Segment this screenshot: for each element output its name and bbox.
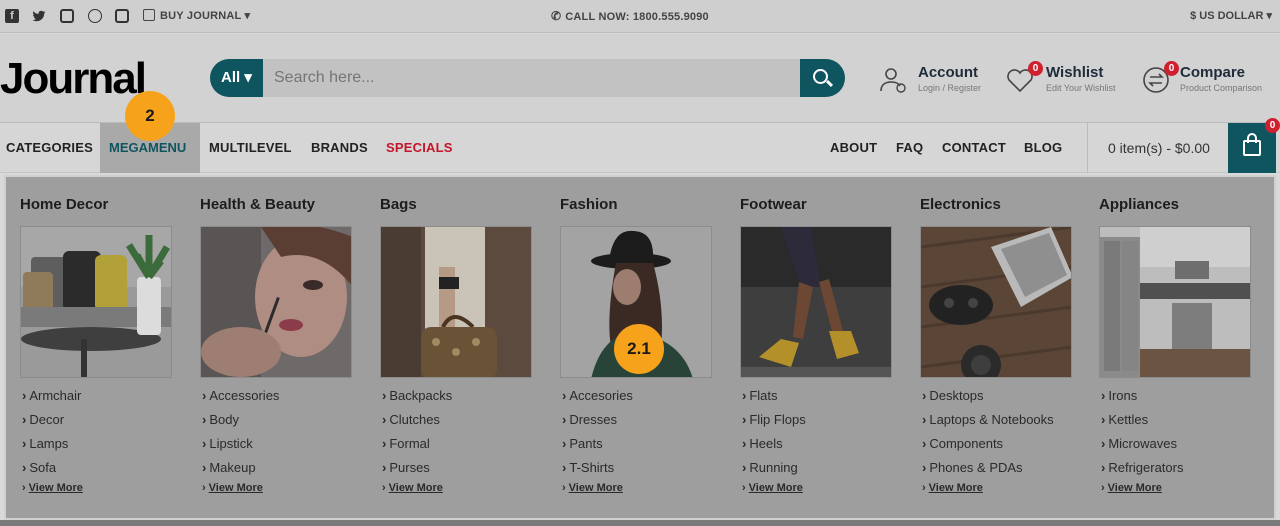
column-title[interactable]: Electronics bbox=[920, 196, 1001, 213]
nav-multilevel[interactable]: MULTILEVEL bbox=[209, 140, 292, 155]
menu-link[interactable]: Decor bbox=[22, 412, 83, 436]
bags-image[interactable] bbox=[380, 226, 532, 378]
nav-brands[interactable]: BRANDS bbox=[311, 140, 368, 155]
column-links: Armchair Decor Lamps Sofa View More bbox=[22, 388, 83, 494]
search-button[interactable] bbox=[800, 59, 845, 97]
buy-journal-link[interactable]: BUY JOURNAL ▾ bbox=[143, 9, 250, 22]
column-title[interactable]: Fashion bbox=[560, 196, 618, 213]
nav-contact[interactable]: CONTACT bbox=[942, 140, 1006, 155]
column-links: Flats Flip Flops Heels Running View More bbox=[742, 388, 806, 494]
column-links: Accesories Dresses Pants T-Shirts View M… bbox=[562, 388, 633, 494]
menu-link[interactable]: Purses bbox=[382, 460, 452, 484]
nav-faq[interactable]: FAQ bbox=[896, 140, 923, 155]
menu-link[interactable]: Accesories bbox=[562, 388, 633, 412]
column-links: Accessories Body Lipstick Makeup View Mo… bbox=[202, 388, 280, 494]
view-more-link[interactable]: View More bbox=[1101, 482, 1183, 494]
pinterest-icon[interactable] bbox=[115, 9, 129, 23]
menu-link[interactable]: Kettles bbox=[1101, 412, 1183, 436]
user-icon bbox=[880, 68, 906, 93]
search-input[interactable] bbox=[263, 59, 800, 97]
nav-divider bbox=[1087, 123, 1088, 173]
cart-count-badge: 0 bbox=[1265, 118, 1280, 133]
electronics-image[interactable] bbox=[920, 226, 1072, 378]
menu-link[interactable]: Desktops bbox=[922, 388, 1054, 412]
twitter-icon[interactable] bbox=[32, 9, 46, 23]
menu-link[interactable]: Clutches bbox=[382, 412, 452, 436]
menu-link[interactable]: Backpacks bbox=[382, 388, 452, 412]
column-title[interactable]: Home Decor bbox=[20, 196, 108, 213]
main-nav: CATEGORIES MEGAMENU MULTILEVEL BRANDS SP… bbox=[0, 118, 1280, 173]
header: Journal All ▾ Account Login / Register 0… bbox=[0, 34, 1280, 123]
view-more-link[interactable]: View More bbox=[202, 482, 279, 494]
cart-summary[interactable]: 0 item(s) - $0.00 bbox=[1108, 140, 1210, 156]
health-beauty-image[interactable] bbox=[200, 226, 352, 378]
menu-link[interactable]: Accessories bbox=[202, 388, 279, 412]
menu-link[interactable]: Lipstick bbox=[202, 436, 279, 460]
menu-link[interactable]: Components bbox=[922, 436, 1054, 460]
menu-link[interactable]: Dresses bbox=[562, 412, 633, 436]
menu-link[interactable]: Flip Flops bbox=[742, 412, 805, 436]
nav-blog[interactable]: BLOG bbox=[1024, 140, 1062, 155]
search-category-dropdown[interactable]: All ▾ bbox=[210, 59, 263, 97]
whatsapp-icon[interactable] bbox=[88, 9, 102, 23]
bottom-strip bbox=[0, 520, 1280, 526]
view-more-link[interactable]: View More bbox=[922, 482, 1054, 494]
column-title[interactable]: Bags bbox=[380, 196, 417, 213]
menu-link[interactable]: Pants bbox=[562, 436, 633, 460]
menu-link[interactable]: Microwaves bbox=[1101, 436, 1183, 460]
menu-link[interactable]: Irons bbox=[1101, 388, 1183, 412]
external-link-icon bbox=[143, 9, 155, 21]
view-more-link[interactable]: View More bbox=[22, 482, 83, 494]
view-more-link[interactable]: View More bbox=[562, 482, 633, 494]
nav-categories[interactable]: CATEGORIES bbox=[6, 140, 93, 155]
menu-link[interactable]: Sofa bbox=[22, 460, 83, 484]
compare-count-badge: 0 bbox=[1164, 61, 1179, 76]
nav-about[interactable]: ABOUT bbox=[830, 140, 877, 155]
top-bar: f BUY JOURNAL ▾ ✆ CALL NOW: 1800.555.9090… bbox=[0, 0, 1280, 33]
menu-link[interactable]: Phones & PDAs bbox=[922, 460, 1054, 484]
menu-link[interactable]: Heels bbox=[742, 436, 806, 460]
menu-link[interactable]: T-Shirts bbox=[562, 460, 633, 484]
menu-link[interactable]: Laptops & Notebooks bbox=[922, 412, 1053, 436]
column-links: Backpacks Clutches Formal Purses View Mo… bbox=[382, 388, 453, 494]
step-marker-megamenu: 2 bbox=[125, 91, 175, 141]
shopping-bag-icon bbox=[1243, 140, 1261, 156]
logo[interactable]: Journal bbox=[0, 54, 147, 104]
step-marker-image: 2.1 bbox=[614, 324, 664, 374]
wishlist-count-badge: 0 bbox=[1028, 61, 1043, 76]
search-bar: All ▾ bbox=[210, 59, 845, 97]
phone-icon: ✆ bbox=[551, 9, 562, 23]
column-title[interactable]: Footwear bbox=[740, 196, 807, 213]
menu-link[interactable]: Formal bbox=[382, 436, 452, 460]
column-title[interactable]: Health & Beauty bbox=[200, 196, 315, 213]
menu-link[interactable]: Body bbox=[202, 412, 279, 436]
column-links: Irons Kettles Microwaves Refrigerators V… bbox=[1101, 388, 1184, 494]
currency-dropdown[interactable]: $ US DOLLAR ▾ bbox=[1190, 9, 1272, 22]
column-title[interactable]: Appliances bbox=[1099, 196, 1179, 213]
call-now-text: ✆ CALL NOW: 1800.555.9090 bbox=[551, 9, 709, 23]
nav-specials[interactable]: SPECIALS bbox=[386, 140, 453, 155]
menu-link[interactable]: Armchair bbox=[22, 388, 83, 412]
menu-link[interactable]: Lamps bbox=[22, 436, 83, 460]
menu-link[interactable]: Running bbox=[742, 460, 806, 484]
menu-link[interactable]: Flats bbox=[742, 388, 806, 412]
view-more-link[interactable]: View More bbox=[382, 482, 452, 494]
footwear-image[interactable] bbox=[740, 226, 892, 378]
home-decor-image[interactable] bbox=[20, 226, 172, 378]
instagram-icon[interactable] bbox=[60, 9, 74, 23]
view-more-link[interactable]: View More bbox=[742, 482, 806, 494]
menu-link[interactable]: Refrigerators bbox=[1101, 460, 1183, 484]
facebook-icon[interactable]: f bbox=[5, 9, 19, 23]
menu-link[interactable]: Makeup bbox=[202, 460, 279, 484]
appliances-image[interactable] bbox=[1099, 226, 1251, 378]
column-links: Desktops Laptops & Notebooks Components … bbox=[922, 388, 1054, 494]
